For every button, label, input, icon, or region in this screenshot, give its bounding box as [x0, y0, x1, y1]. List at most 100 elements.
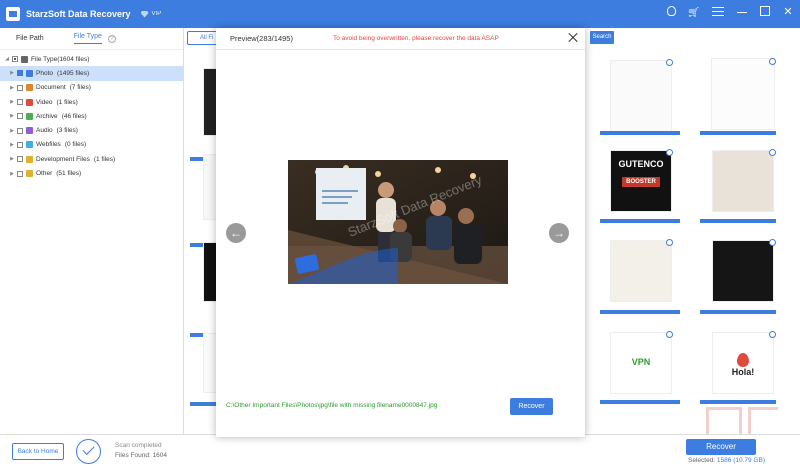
check-badge-icon[interactable]	[666, 59, 673, 66]
document-icon	[26, 84, 33, 92]
menu-icon[interactable]	[712, 7, 724, 16]
check-badge-icon[interactable]	[769, 331, 776, 338]
close-icon[interactable]	[567, 32, 579, 44]
tree-checkbox[interactable]	[17, 84, 23, 91]
help-icon[interactable]: ?	[107, 34, 116, 43]
thumbnail[interactable]	[610, 60, 672, 132]
vip-badge[interactable]: VIP	[140, 10, 162, 18]
user-icon[interactable]	[667, 6, 676, 16]
meeting-photo: StarzSoft Data Recovery	[288, 160, 508, 284]
expand-right-icon[interactable]: ▶	[9, 113, 15, 119]
tree-item-count: (46 files)	[61, 112, 87, 120]
tree-item[interactable]: ▶ Document (7 files)	[0, 81, 183, 95]
back-to-home-button[interactable]: Back to Home	[12, 443, 64, 460]
selected-value: 1586 (10.79 GB)	[716, 457, 765, 464]
thumbnail[interactable]	[712, 150, 774, 212]
audio-icon	[26, 127, 33, 135]
photo-icon	[26, 69, 33, 77]
thumbnail[interactable]	[203, 242, 217, 302]
tab-file-type[interactable]: File Type	[73, 33, 102, 44]
files-found: Files Found: 1604	[115, 452, 168, 459]
tree-item-label: Document	[36, 84, 66, 92]
tree-item-label: Audio	[36, 127, 53, 135]
flame-icon	[737, 353, 749, 367]
tree-item-count: (0 files)	[64, 141, 87, 149]
tree-item[interactable]: ▶ Other (51 files)	[0, 166, 183, 180]
check-badge-icon[interactable]	[769, 58, 776, 65]
check-badge-icon[interactable]	[769, 149, 776, 156]
overwrite-warning: To avoid being overwritten, please recov…	[332, 35, 499, 42]
recover-button[interactable]: Recover	[686, 439, 756, 455]
title-bar: StarzSoft Data Recovery VIP ✕	[0, 0, 800, 28]
other-icon	[26, 170, 33, 178]
check-badge-icon[interactable]	[666, 149, 673, 156]
thumbnail[interactable]	[203, 333, 217, 393]
expand-right-icon[interactable]: ▶	[9, 85, 15, 91]
tree-item[interactable]: ▶ Archive (46 files)	[0, 109, 183, 123]
thumbnail-vpn[interactable]: VPN	[610, 332, 672, 394]
tree-checkbox[interactable]	[17, 70, 23, 77]
expand-down-icon[interactable]: ◢	[4, 56, 10, 62]
close-icon[interactable]: ✕	[782, 6, 794, 18]
minimize-icon[interactable]	[736, 6, 748, 18]
vpn-label: VPN	[631, 357, 651, 367]
preview-recover-button[interactable]: Recover	[510, 398, 553, 415]
previous-arrow-icon[interactable]: ←	[226, 223, 246, 243]
tree-checkbox[interactable]	[17, 113, 23, 120]
tree-checkbox[interactable]	[17, 99, 23, 106]
thumbnail[interactable]	[712, 240, 774, 302]
app-title: StarzSoft Data Recovery	[26, 9, 131, 19]
tree-item-label: Video	[36, 98, 53, 106]
tree-checkbox[interactable]	[17, 127, 23, 134]
thumbnail-gutenco[interactable]: GUTENCO BOOSTER	[610, 150, 672, 212]
expand-right-icon[interactable]: ▶	[9, 171, 15, 177]
gutenco-title: GUTENCO	[618, 159, 664, 169]
expand-right-icon[interactable]: ▶	[9, 156, 15, 162]
tree-item[interactable]: ▶ Webfiles (0 files)	[0, 138, 183, 152]
thumbnail-name-bar	[700, 219, 776, 223]
expand-right-icon[interactable]: ▶	[9, 142, 15, 148]
thumbnail-name-bar	[600, 219, 680, 223]
tree-checkbox[interactable]	[12, 56, 18, 63]
maximize-icon[interactable]	[760, 6, 770, 16]
vip-label: VIP	[151, 11, 162, 17]
check-badge-icon[interactable]	[769, 239, 776, 246]
tree-item-label: File Type(1604 files)	[31, 55, 90, 63]
expand-right-icon[interactable]: ▶	[9, 128, 15, 134]
tree-item-label: Webfiles	[36, 141, 61, 149]
thumbnail[interactable]	[203, 154, 217, 220]
thumbnail-hola[interactable]: Hola!	[712, 332, 774, 394]
scan-status: Scan completed	[115, 442, 162, 449]
thumbnail[interactable]	[610, 240, 672, 302]
sidebar-tabs: File Path File Type ?	[0, 28, 183, 50]
thumbnail[interactable]	[203, 68, 217, 136]
search-button[interactable]: Search	[590, 31, 614, 44]
expand-right-icon[interactable]: ▶	[9, 99, 15, 105]
expand-right-icon[interactable]: ▶	[9, 70, 15, 76]
check-badge-icon[interactable]	[666, 239, 673, 246]
tree-item[interactable]: ▶ Photo (1495 files)	[0, 66, 183, 81]
tree-checkbox[interactable]	[17, 141, 23, 148]
tree-item[interactable]: ◢ File Type(1604 files)	[0, 52, 183, 66]
cart-icon[interactable]	[688, 6, 700, 18]
next-arrow-icon[interactable]: →	[549, 223, 569, 243]
tree-item-count: (1 files)	[93, 155, 116, 163]
tree-item[interactable]: ▶ Audio (3 files)	[0, 123, 183, 137]
tree-item[interactable]: ▶ Development Files (1 files)	[0, 152, 183, 166]
drive-icon	[21, 55, 28, 63]
tree-checkbox[interactable]	[17, 156, 23, 163]
tree-checkbox[interactable]	[17, 170, 23, 177]
tree-item-label: Photo	[36, 69, 53, 77]
check-badge-icon[interactable]	[666, 331, 673, 338]
bottom-bar: Back to Home Scan completed Files Found:…	[0, 434, 800, 466]
file-type-tree: ◢ File Type(1604 files) ▶ Photo (1495 files)…	[0, 50, 183, 181]
thumbnail-name-bar	[600, 400, 680, 404]
selected-info: Selected: 1586 (10.79 GB)	[688, 457, 765, 464]
thumbnail[interactable]	[711, 58, 775, 130]
tab-file-path[interactable]: File Path	[16, 35, 44, 42]
tree-item[interactable]: ▶ Video (1 files)	[0, 95, 183, 109]
app-logo-icon	[6, 7, 20, 21]
tree-item-label: Other	[36, 170, 53, 178]
preview-header: Preview(283/1495) To avoid being overwri…	[216, 28, 585, 50]
hola-label: Hola!	[731, 367, 755, 377]
